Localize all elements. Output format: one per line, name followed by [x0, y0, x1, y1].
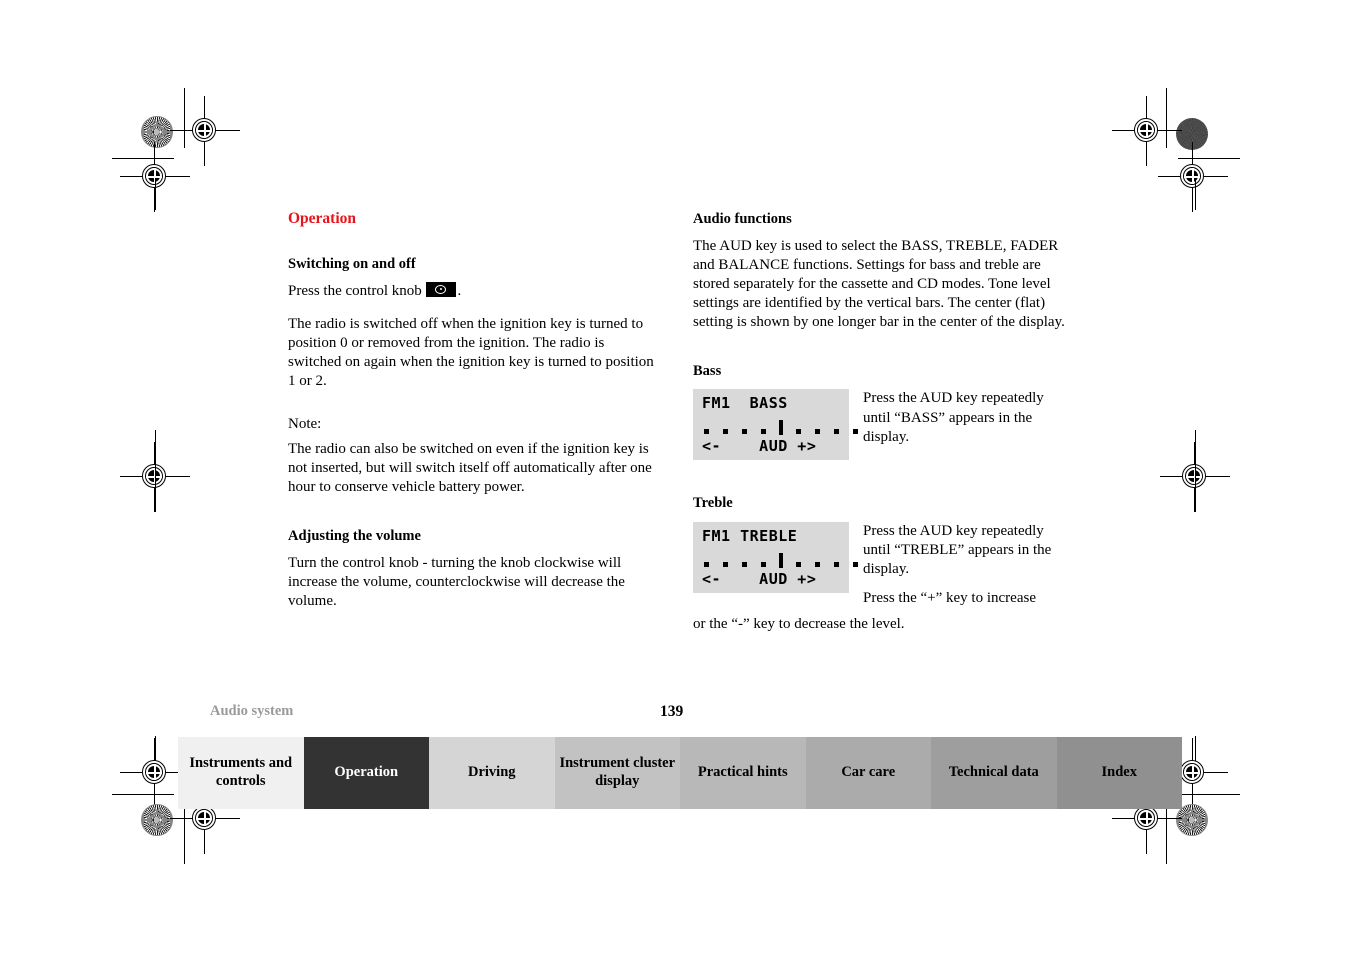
tab-instruments-and-controls[interactable]: Instruments and controls — [178, 737, 304, 809]
chapter-tab-bar: Instruments and controls Operation Drivi… — [178, 737, 1182, 809]
bass-lcd-level-bars — [702, 420, 858, 436]
treble-display-block: FM1 TREBLE <- AUD +> Press the AUD key r… — [693, 521, 1065, 606]
paragraph-ignition-behaviour: The radio is switched off when the ignit… — [288, 315, 654, 389]
bass-lcd-line1: FM1 BASS — [702, 394, 788, 413]
trim-line-right-edge-mid — [1195, 430, 1196, 512]
heading-audio-functions: Audio functions — [693, 211, 792, 227]
trim-line-bottom-left-horizontal — [112, 794, 174, 795]
tab-instrument-cluster-display[interactable]: Instrument cluster display — [554, 737, 680, 809]
note-text: The radio can also be switched on even i… — [288, 441, 652, 496]
treble-lcd-display: FM1 TREBLE <- AUD +> — [693, 521, 858, 593]
heading-switching-on-and-off: Switching on and off — [288, 255, 416, 272]
crosshair-mark-top-right-outer — [1158, 142, 1228, 212]
bass-instruction-block: Press the AUD key repeatedly until “BASS… — [863, 389, 1063, 456]
tab-practical-hints[interactable]: Practical hints — [680, 737, 806, 809]
bass-lcd-line3: <- AUD +> — [702, 437, 817, 456]
right-column: Audio functions The AUD key is used to s… — [693, 210, 1065, 634]
heading-bass: Bass — [693, 363, 722, 380]
rotary-knob-icon — [426, 281, 457, 297]
paragraph-audio-functions: The AUD key is used to select the BASS, … — [693, 238, 1065, 331]
treble-lcd-line1: FM1 TREBLE — [702, 526, 798, 545]
manual-page: Operation Switching on and off Press the… — [0, 0, 1351, 954]
tab-driving[interactable]: Driving — [429, 737, 555, 809]
level-instruction-line1: Press the “+” key to increase — [863, 589, 1036, 606]
page-title: Operation — [288, 210, 357, 227]
trim-line-bottom-right-vertical — [1166, 806, 1167, 864]
bass-instruction-text: Press the AUD key repeatedly until “BASS… — [863, 390, 1044, 445]
left-column: Operation Switching on and off Press the… — [288, 210, 660, 625]
treble-lcd-level-bars — [702, 552, 858, 568]
press-knob-text: Press the control knob — [288, 282, 422, 299]
chapter-name: Audio system — [210, 703, 294, 719]
tab-index[interactable]: Index — [1056, 737, 1182, 809]
bass-display-block: FM1 BASS <- AUD +> Press the AUD key rep… — [693, 389, 1065, 461]
bass-lcd-center-bar — [779, 420, 783, 436]
starburst-mark-bottom-left — [141, 804, 173, 836]
press-knob-period: . — [457, 282, 462, 299]
trim-line-left-edge-top — [155, 178, 156, 210]
treble-instruction-text: Press the AUD key repeatedly until “TREB… — [863, 522, 1052, 577]
trim-line-bottom-right-horizontal — [1178, 794, 1240, 795]
page-number: 139 — [660, 703, 684, 720]
bass-lcd-display: FM1 BASS <- AUD +> — [693, 389, 858, 461]
note-label: Note: — [288, 415, 322, 432]
treble-lcd-center-bar — [779, 552, 783, 568]
footer-chapter-label: Audio system — [210, 703, 710, 720]
heading-treble: Treble — [693, 495, 733, 512]
heading-adjusting-the-volume: Adjusting the volume — [288, 528, 421, 545]
treble-lcd-line3: <- AUD +> — [702, 569, 817, 588]
tab-operation[interactable]: Operation — [303, 737, 429, 809]
trim-line-left-edge-mid — [155, 430, 156, 512]
paragraph-press-control-knob: Press the control knob . — [288, 281, 660, 301]
treble-instruction-block: Press the AUD key repeatedly until “TREB… — [863, 522, 1063, 618]
paragraph-volume: Turn the control knob - turning the knob… — [288, 555, 625, 610]
tab-technical-data[interactable]: Technical data — [931, 737, 1057, 809]
trim-line-bottom-left-vertical — [184, 806, 185, 864]
tab-car-care[interactable]: Car care — [805, 737, 931, 809]
trim-line-right-edge-top — [1195, 178, 1196, 210]
